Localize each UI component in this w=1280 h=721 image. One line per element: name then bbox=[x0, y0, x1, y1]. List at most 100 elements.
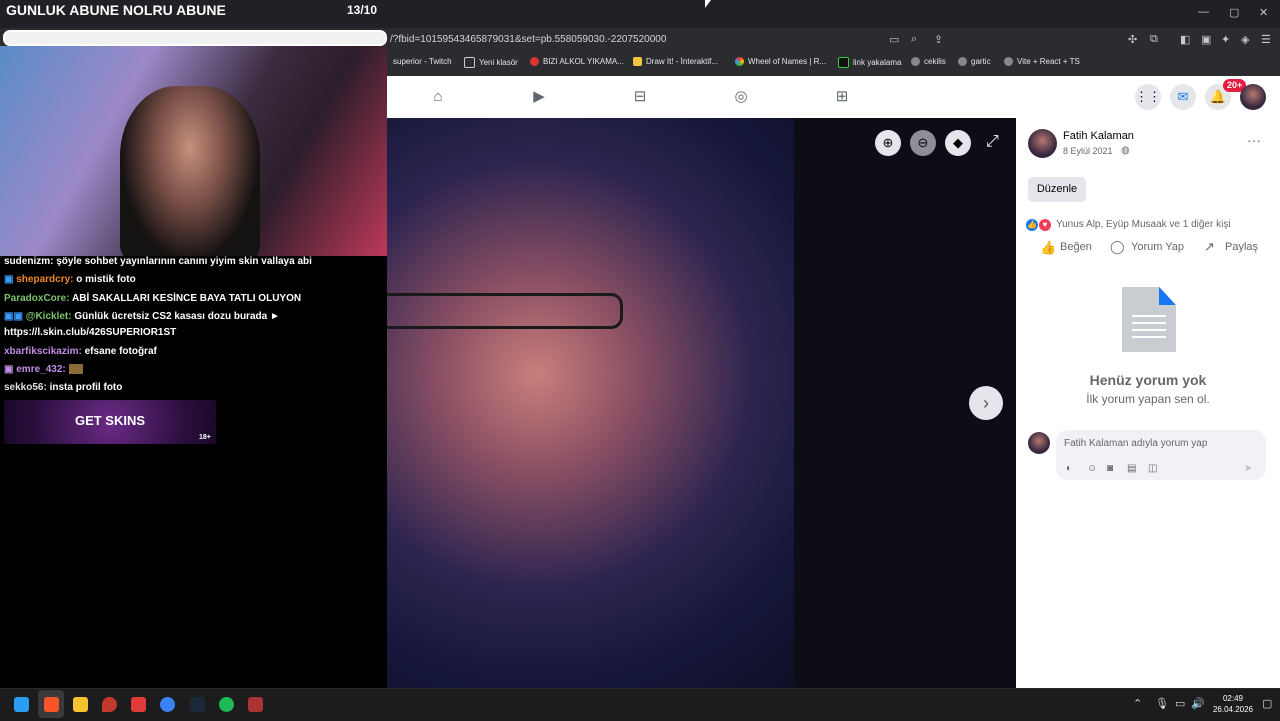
gif-icon[interactable]: ▤ bbox=[1127, 463, 1136, 474]
zoom-in-icon[interactable]: ⊕ bbox=[875, 130, 901, 156]
kick-icon bbox=[838, 57, 849, 68]
post-details-panel: Fatih Kalaman 8 Eylül 2021 ◍ ··· Düzenle… bbox=[1016, 118, 1280, 688]
post-date[interactable]: 8 Eylül 2021 bbox=[1063, 146, 1113, 156]
chat-message: ParadoxCore: ABİ SAKALLARI KESİNCE BAYA … bbox=[4, 293, 302, 304]
wallet-icon[interactable]: ▣ bbox=[1201, 33, 1211, 46]
overlay-progress-bar bbox=[3, 30, 387, 46]
globe-icon: ◍ bbox=[1121, 145, 1130, 156]
emote-icon bbox=[68, 364, 83, 375]
zoom-icon[interactable]: ⌕ bbox=[911, 33, 917, 46]
comment-icon: ◯ bbox=[1110, 239, 1125, 254]
messenger-icon[interactable]: ✉ bbox=[1170, 84, 1196, 110]
bookmark-item[interactable]: Draw It! - İnteraktif... bbox=[633, 57, 718, 66]
microphone-icon[interactable]: 🎙 bbox=[1155, 697, 1169, 710]
badge-icon: ▣▣ bbox=[4, 311, 23, 322]
avatar[interactable] bbox=[1240, 84, 1266, 110]
app-icon[interactable] bbox=[131, 697, 146, 712]
chat-message: sekko56: insta profil foto bbox=[4, 382, 123, 393]
extensions-icon[interactable]: ✣ bbox=[1128, 33, 1137, 46]
pin-app-icon[interactable] bbox=[102, 697, 117, 712]
brave-icon[interactable] bbox=[44, 697, 59, 712]
overlay-counter: 13/10 bbox=[347, 3, 378, 17]
reactions-summary[interactable]: Yunus Alp, Eyüp Musaak ve 1 diğer kişi bbox=[1056, 219, 1231, 230]
streamer-webcam bbox=[0, 46, 387, 264]
send-icon[interactable]: ➤ bbox=[1244, 463, 1252, 474]
author-name[interactable]: Fatih Kalaman bbox=[1063, 130, 1134, 142]
spotify-icon[interactable] bbox=[219, 697, 234, 712]
wheel-icon bbox=[735, 57, 744, 66]
gaming-icon[interactable]: ⊞ bbox=[832, 87, 852, 107]
volume-icon[interactable]: 🔊 bbox=[1191, 697, 1205, 710]
chat-message: xbarfikscikazim: efsane fotoğraf bbox=[4, 346, 157, 357]
avatar-sticker-icon[interactable]: ◐ bbox=[1066, 463, 1072, 474]
globe-icon bbox=[911, 57, 920, 66]
badge-icon: ▣ bbox=[4, 274, 14, 285]
menu-grid-icon[interactable]: ⋮⋮ bbox=[1135, 84, 1161, 110]
home-icon[interactable]: ⌂ bbox=[428, 87, 448, 107]
app-icon[interactable] bbox=[160, 697, 175, 712]
cast-icon[interactable]: ▭ bbox=[889, 33, 899, 46]
bookmark-item[interactable]: cekilis bbox=[911, 57, 946, 66]
video-icon[interactable]: ▶ bbox=[529, 87, 549, 107]
vpn-icon[interactable]: ◈ bbox=[1241, 33, 1249, 46]
zoom-out-icon[interactable]: ⊖ bbox=[910, 130, 936, 156]
leo-icon[interactable]: ✦ bbox=[1221, 33, 1230, 46]
bookmark-item[interactable]: gartic bbox=[958, 57, 991, 66]
maximize-icon[interactable]: ▢ bbox=[1229, 6, 1239, 19]
edit-button[interactable]: Düzenle bbox=[1028, 177, 1086, 202]
sticker-icon[interactable]: ◫ bbox=[1148, 463, 1157, 474]
comment-button[interactable]: Yorum Yap bbox=[1131, 241, 1184, 253]
bookmark-item[interactable]: BIZI ALKOL YIKAMA... bbox=[530, 57, 624, 66]
bookmark-item[interactable]: link yakalama bbox=[838, 57, 901, 68]
streamer-figure bbox=[120, 86, 260, 262]
more-options-icon[interactable]: ··· bbox=[1247, 132, 1261, 148]
minimize-icon[interactable]: — bbox=[1198, 6, 1209, 18]
like-icon: 👍 bbox=[1040, 240, 1057, 255]
comment-placeholder: Fatih Kalaman adıyla yorum yap bbox=[1064, 438, 1208, 449]
bookmark-item[interactable]: Vite + React + TS bbox=[1004, 57, 1080, 66]
like-reaction-icon: 👍 bbox=[1026, 219, 1038, 231]
notification-center-icon[interactable]: ▢ bbox=[1262, 697, 1272, 710]
banner-text: GET SKINS bbox=[74, 413, 146, 428]
fullscreen-icon[interactable]: ⤢ bbox=[986, 133, 999, 151]
url-text[interactable]: /?fbid=10159543465879031&set=pb.55805903… bbox=[390, 34, 666, 45]
clock-time[interactable]: 02:49 bbox=[1213, 694, 1253, 703]
file-explorer-icon[interactable] bbox=[73, 697, 88, 712]
banner-age: 18+ bbox=[199, 434, 211, 441]
windows-start-icon[interactable] bbox=[14, 697, 29, 712]
site-icon bbox=[530, 57, 539, 66]
chevron-up-icon[interactable]: ⌃ bbox=[1133, 697, 1142, 710]
sidebar-icon[interactable]: ◧ bbox=[1180, 33, 1190, 46]
no-comments-title: Henüz yorum yok bbox=[1089, 372, 1207, 388]
commenter-avatar bbox=[1028, 432, 1050, 454]
emoji-icon[interactable]: ☺ bbox=[1087, 463, 1097, 474]
bookmark-item[interactable]: Yeni klasör bbox=[464, 57, 518, 68]
camera-icon[interactable]: ◙ bbox=[1107, 463, 1113, 474]
comment-input[interactable]: Fatih Kalaman adıyla yorum yap ◐ ☺ ◙ ▤ ◫… bbox=[1056, 430, 1266, 480]
clock-date[interactable]: 26.04.2026 bbox=[1207, 705, 1259, 714]
steam-icon[interactable] bbox=[190, 697, 205, 712]
chat-message: sudenizm: şöyle sohbet yayınlarının canı… bbox=[4, 256, 312, 267]
share-icon[interactable]: ⇪ bbox=[934, 33, 943, 46]
globe-icon bbox=[958, 57, 967, 66]
bookmark-item[interactable]: superior - Twitch bbox=[393, 57, 452, 66]
close-icon[interactable]: ✕ bbox=[1259, 6, 1268, 19]
app-icon[interactable] bbox=[248, 697, 263, 712]
glasses bbox=[377, 293, 623, 329]
badge-icon: ▣ bbox=[4, 364, 14, 375]
like-button[interactable]: Beğen bbox=[1060, 241, 1092, 253]
tab-icon[interactable]: ⧉ bbox=[1150, 33, 1158, 46]
mouse-cursor bbox=[705, 0, 711, 8]
stream-chat: sudenizm: şöyle sohbet yayınlarının canı… bbox=[0, 256, 387, 688]
marketplace-icon[interactable]: ⊟ bbox=[630, 87, 650, 107]
menu-icon[interactable]: ☰ bbox=[1261, 33, 1271, 46]
next-photo-button[interactable]: › bbox=[969, 386, 1003, 420]
groups-icon[interactable]: ◎ bbox=[731, 87, 751, 107]
network-icon[interactable]: ▭ bbox=[1175, 697, 1185, 710]
folder-icon bbox=[464, 57, 475, 68]
author-avatar[interactable] bbox=[1028, 129, 1057, 158]
share-button[interactable]: Paylaş bbox=[1225, 241, 1258, 253]
bookmark-item[interactable]: Wheel of Names | R... bbox=[735, 57, 826, 66]
tag-icon[interactable]: ◆ bbox=[945, 130, 971, 156]
love-reaction-icon: ♥ bbox=[1039, 219, 1051, 231]
